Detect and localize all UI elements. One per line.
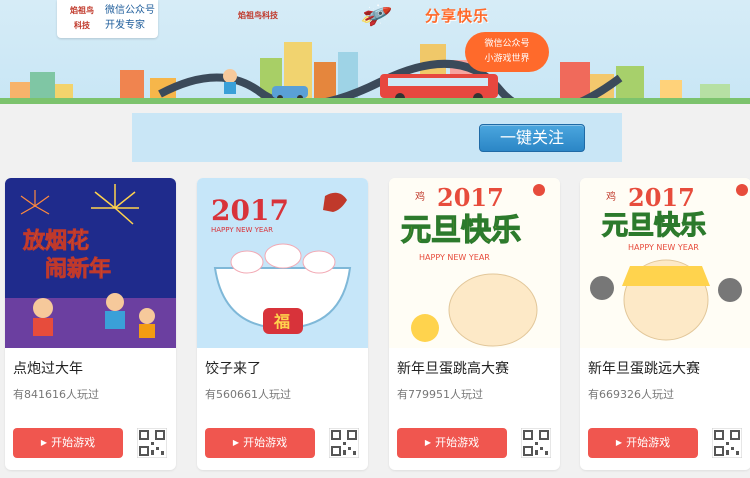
play-icon: ▶: [424, 438, 432, 447]
thumbnail-headline: 元旦快乐: [602, 211, 706, 241]
play-icon: ▶: [40, 438, 48, 447]
qr-code-icon[interactable]: [329, 428, 359, 458]
start-game-button[interactable]: ▶ 开始游戏: [13, 428, 123, 458]
thumbnail-greeting: HAPPY NEW YEAR: [211, 226, 273, 234]
game-card[interactable]: 2017 鸡 元旦快乐 HAPPY NEW YEAR 新年旦蛋跳高大赛 有779…: [389, 178, 560, 470]
rocket-icon: 🚀: [358, 0, 393, 33]
play-icon: ▶: [232, 438, 240, 447]
thumbnail-headline: 元旦快乐: [401, 213, 521, 248]
game-card[interactable]: 2017 鸡 元旦快乐 HAPPY NEW YEAR 新年旦蛋跳远大赛 有669…: [580, 178, 750, 470]
game-thumbnail-egg-jump-high[interactable]: 2017 鸡 元旦快乐 HAPPY NEW YEAR: [389, 178, 560, 348]
brand-small-name: 焰祖鸟科技: [238, 11, 278, 20]
thumbnail-greeting: HAPPY NEW YEAR: [628, 243, 699, 252]
thumbnail-year: 2017: [628, 183, 695, 212]
thumbnail-seal: 鸡: [606, 190, 616, 203]
thumbnail-fu: 福: [273, 312, 290, 331]
header-banner: 焰祖鸟 科技 微信公众号 开发专家 焰祖鸟科技 🚀 分享快乐 微信公众号 小游戏…: [0, 0, 750, 104]
game-title[interactable]: 新年旦蛋跳高大赛: [397, 358, 509, 378]
ground-strip: [0, 98, 750, 104]
brand-logo-card[interactable]: 焰祖鸟 科技 微信公众号 开发专家: [57, 0, 158, 38]
start-game-button[interactable]: ▶ 开始游戏: [588, 428, 698, 458]
thumbnail-greeting: HAPPY NEW YEAR: [419, 253, 490, 262]
city-skyline-illustration: [10, 42, 730, 104]
play-count: 有841616人玩过: [13, 388, 99, 401]
play-count: 有779951人玩过: [397, 388, 483, 401]
game-card[interactable]: 放烟花 闹新年 点炮过大年 有841616人玩过 ▶ 开始游戏: [5, 178, 176, 470]
game-title[interactable]: 点炮过大年: [13, 358, 83, 378]
game-thumbnail-dumplings[interactable]: 2017 HAPPY NEW YEAR 福: [197, 178, 368, 348]
follow-button[interactable]: 一键关注: [479, 124, 585, 152]
qr-code-icon[interactable]: [521, 428, 551, 458]
game-card[interactable]: 2017 HAPPY NEW YEAR 福 饺子来了 有560661人玩过 ▶ 开…: [197, 178, 368, 470]
game-title[interactable]: 饺子来了: [205, 358, 261, 378]
thumbnail-seal: 鸡: [415, 190, 425, 203]
brand-tagline: 微信公众号 开发专家: [105, 5, 155, 31]
thumbnail-year: 2017: [211, 194, 289, 227]
play-icon: ▶: [615, 438, 623, 447]
thumbnail-year: 2017: [437, 183, 504, 212]
game-list: 放烟花 闹新年 点炮过大年 有841616人玩过 ▶ 开始游戏 2017 HAPP…: [0, 178, 750, 478]
game-title[interactable]: 新年旦蛋跳远大赛: [588, 358, 700, 378]
banner-title: 分享快乐: [425, 7, 490, 25]
banner-bubble: 微信公众号 小游戏世界: [465, 32, 549, 72]
thumbnail-headline-line2: 闹新年: [45, 256, 111, 282]
thumbnail-headline-line1: 放烟花: [22, 228, 89, 254]
qr-code-icon[interactable]: [712, 428, 742, 458]
brand-logo-mark: 焰祖鸟 科技: [70, 6, 94, 30]
qr-code-icon[interactable]: [137, 428, 167, 458]
play-count: 有669326人玩过: [588, 388, 674, 401]
start-game-button[interactable]: ▶ 开始游戏: [205, 428, 315, 458]
play-count: 有560661人玩过: [205, 388, 291, 401]
start-game-button[interactable]: ▶ 开始游戏: [397, 428, 507, 458]
game-thumbnail-fireworks[interactable]: 放烟花 闹新年: [5, 178, 176, 348]
game-thumbnail-egg-jump-far[interactable]: 2017 鸡 元旦快乐 HAPPY NEW YEAR: [580, 178, 750, 348]
